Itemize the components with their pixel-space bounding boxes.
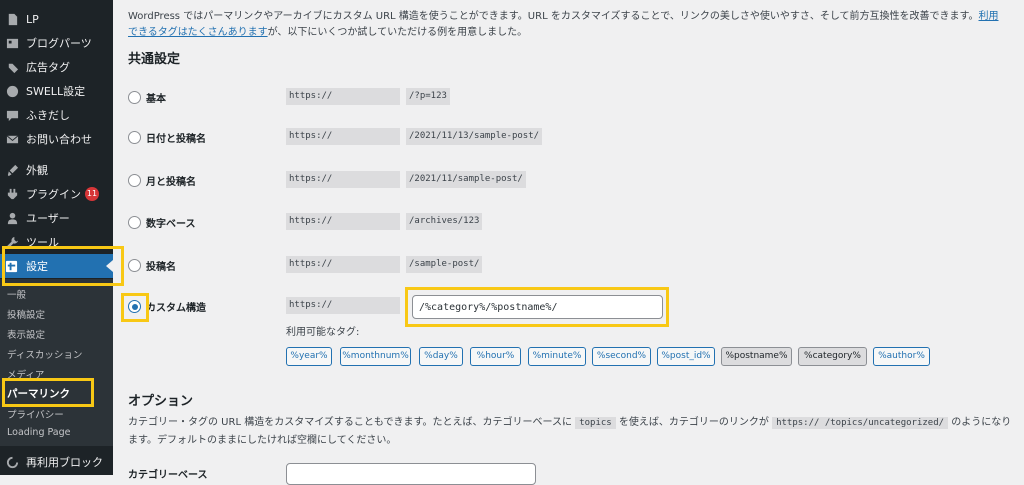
options-text: を使えば、カテゴリーのリンクが [618, 417, 769, 428]
submenu-item-privacy[interactable]: プライバシー [7, 407, 64, 421]
url-host: https:// [286, 88, 400, 105]
sidebar-item-label: 広告タグ [26, 61, 70, 74]
option-label-plain: 基本 [146, 94, 166, 105]
tag-button-year[interactable]: %year% [286, 347, 332, 366]
url-path-post-name: /sample-post/ [406, 256, 483, 273]
sidebar-item-label: 再利用ブロック [26, 456, 103, 469]
tag-button-post-id[interactable]: %post_id% [657, 347, 715, 366]
url-host: https:// [286, 171, 400, 188]
page-icon [5, 12, 19, 26]
tag-button-monthnum[interactable]: %monthnum% [340, 347, 411, 366]
sidebar-item-contact[interactable]: お問い合わせ [0, 127, 113, 151]
submenu-item-general[interactable]: 一般 [7, 287, 26, 301]
sidebar-item-blog-parts[interactable]: ブログパーツ [0, 31, 113, 55]
intro-paragraph-end: が、以下にいくつか試していただける例を用意しました。 [267, 27, 528, 38]
category-base-label: カテゴリーベース [128, 470, 208, 481]
sidebar-item-label: 外観 [26, 164, 48, 177]
sidebar-item-swell-settings[interactable]: SWELL設定 [0, 79, 113, 103]
tag-icon [5, 60, 19, 74]
option-label-custom-structure: カスタム構造 [146, 303, 206, 314]
url-path-plain: /?p=123 [406, 88, 450, 105]
radio-plain[interactable] [128, 91, 141, 104]
options-text: カテゴリー・タグの URL 構造をカスタマイズすることもできます。たとえば、カテ… [128, 417, 572, 428]
radio-month-name[interactable] [128, 174, 141, 187]
sidebar-item-label: お問い合わせ [26, 133, 92, 146]
mail-icon [5, 132, 19, 146]
sidebar-item-label: ふきだし [26, 109, 70, 122]
sidebar-item-plugins[interactable]: プラグイン 11 [0, 182, 113, 206]
option-label-month-name: 月と投稿名 [146, 177, 196, 188]
reusable-block-icon [5, 455, 19, 469]
paint-brush-icon [5, 163, 19, 177]
intro-paragraph: WordPress ではパーマリンクやアーカイブにカスタム URL 構造を使うこ… [128, 11, 979, 22]
inline-code: topics [575, 417, 616, 429]
sidebar-item-label: ユーザー [26, 212, 70, 225]
settings-submenu: 一般 投稿設定 表示設定 ディスカッション メディア パーマリンク プライバシー… [0, 279, 113, 446]
highlight-custom-radio [121, 293, 149, 322]
option-label-day-name: 日付と投稿名 [146, 134, 206, 145]
sidebar-item-label: プラグイン [26, 188, 81, 201]
tag-button-author[interactable]: %author% [873, 347, 930, 366]
url-host: https:// [286, 256, 400, 273]
url-path-numeric: /archives/123 [406, 213, 483, 230]
options-title: オプション [128, 394, 194, 409]
sidebar-item-appearance[interactable]: 外観 [0, 158, 113, 182]
submenu-item-reading[interactable]: 表示設定 [7, 327, 45, 341]
sidebar-item-label: LP [26, 12, 39, 26]
submenu-item-writing[interactable]: 投稿設定 [7, 307, 45, 321]
radio-day-name[interactable] [128, 131, 141, 144]
permalink-settings-main: WordPress ではパーマリンクやアーカイブにカスタム URL 構造を使うこ… [113, 0, 1024, 485]
tag-button-day[interactable]: %day% [419, 347, 463, 366]
url-host: https:// [286, 297, 400, 314]
options-description: カテゴリー・タグの URL 構造をカスタマイズすることもできます。たとえば、カテ… [128, 414, 1018, 450]
url-host: https:// [286, 128, 400, 145]
intro-text: WordPress ではパーマリンクやアーカイブにカスタム URL 構造を使うこ… [128, 9, 1008, 41]
tag-button-hour[interactable]: %hour% [470, 347, 521, 366]
submenu-item-loading-page[interactable]: Loading Page [7, 427, 71, 438]
option-label-numeric: 数字ベース [146, 219, 196, 230]
plugin-icon [5, 187, 19, 201]
sidebar-item-users[interactable]: ユーザー [0, 206, 113, 230]
option-label-post-name: 投稿名 [146, 262, 176, 273]
user-icon [5, 211, 19, 225]
radio-numeric[interactable] [128, 216, 141, 229]
sidebar-item-label: ブログパーツ [26, 37, 92, 50]
url-path-day-name: /2021/11/13/sample-post/ [406, 128, 543, 145]
highlight-permalinks [2, 378, 94, 407]
speech-bubble-icon [5, 108, 19, 122]
highlight-settings [2, 246, 124, 286]
radio-post-name[interactable] [128, 259, 141, 272]
common-settings-title: 共通設定 [128, 52, 181, 67]
inline-code: https:// /topics/uncategorized/ [772, 417, 949, 429]
sidebar-item-speech-bubble[interactable]: ふきだし [0, 103, 113, 127]
tag-button-postname[interactable]: %postname% [721, 347, 792, 366]
sidebar-item-reusable-blocks[interactable]: 再利用ブロック [0, 450, 113, 474]
url-host: https:// [286, 213, 400, 230]
tag-button-minute[interactable]: %minute% [528, 347, 586, 366]
tag-button-second[interactable]: %second% [592, 347, 651, 366]
url-path-month-name: /2021/11/sample-post/ [406, 171, 526, 188]
sidebar-item-ad-tag[interactable]: 広告タグ [0, 55, 113, 79]
blocks-icon [5, 36, 19, 50]
highlight-custom-input [405, 287, 669, 327]
sidebar-item-label: SWELL設定 [26, 85, 86, 98]
category-base-input[interactable] [286, 463, 536, 485]
swell-icon [5, 84, 19, 98]
submenu-item-discussion[interactable]: ディスカッション [7, 347, 82, 361]
sidebar-item-lp[interactable]: LP [0, 7, 113, 31]
update-count-badge: 11 [85, 187, 99, 201]
tag-button-category[interactable]: %category% [798, 347, 867, 366]
available-tags-label: 利用可能なタグ: [286, 327, 360, 338]
